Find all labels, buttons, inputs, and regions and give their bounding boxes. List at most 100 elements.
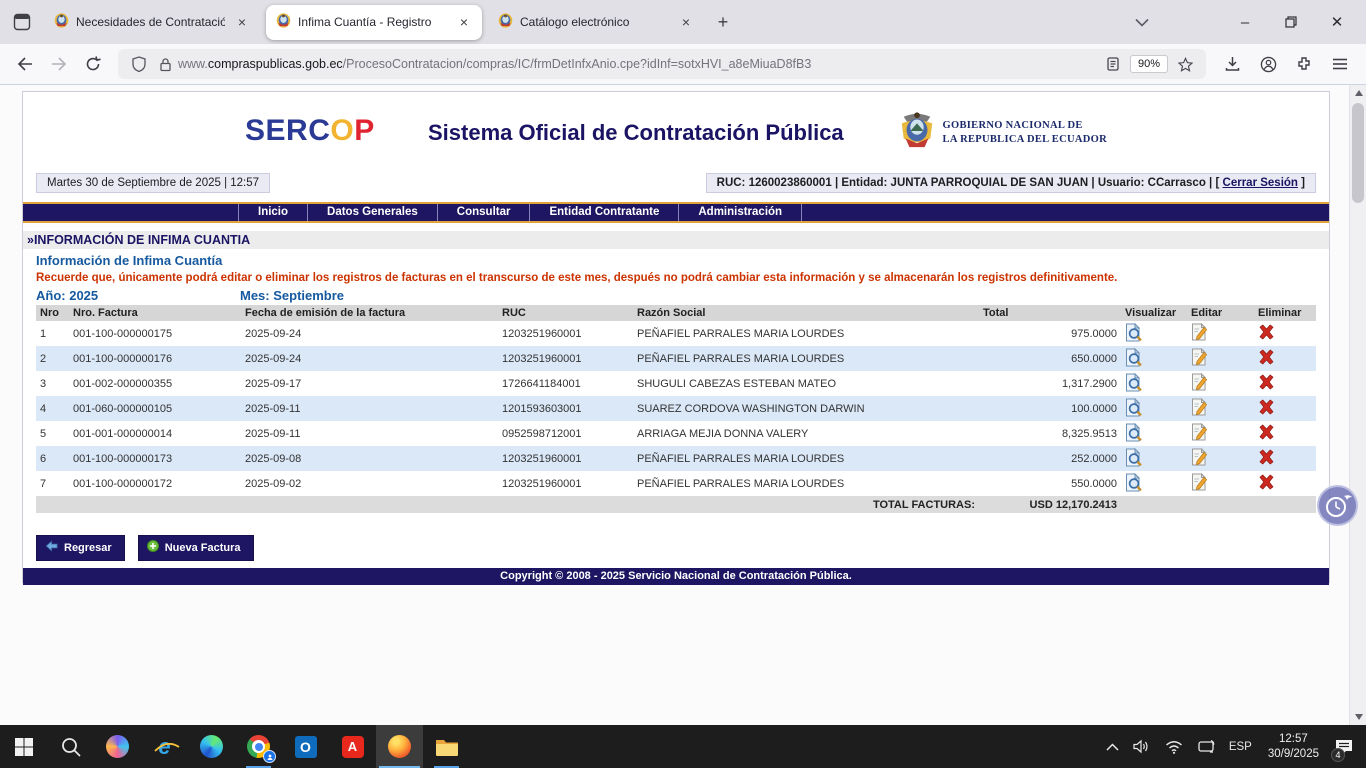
editar-icon[interactable]	[1191, 348, 1208, 366]
header-eliminar: Eliminar	[1254, 305, 1316, 321]
editar-icon[interactable]	[1191, 473, 1208, 491]
tab-list-chevron-icon[interactable]	[1122, 6, 1162, 38]
eliminar-icon[interactable]	[1258, 399, 1275, 415]
visualizar-icon[interactable]	[1125, 423, 1143, 442]
editar-icon[interactable]	[1191, 398, 1208, 416]
downloads-icon[interactable]	[1214, 49, 1250, 79]
cell-razon: ARRIAGA MEJIA DONNA VALERY	[633, 421, 979, 446]
file-explorer-icon[interactable]	[423, 725, 470, 768]
account-icon[interactable]	[1250, 49, 1286, 79]
menu-item-consultar[interactable]: Consultar	[438, 204, 531, 221]
invoice-row: 7001-100-0000001722025-09-02120325196000…	[36, 471, 1316, 496]
tab-close-icon[interactable]: ×	[454, 12, 474, 32]
back-icon[interactable]	[8, 49, 42, 79]
menu-hamburger-icon[interactable]	[1322, 49, 1358, 79]
tab-infima-cuantia-active[interactable]: Infima Cuantía - Registro ×	[266, 5, 482, 40]
wifi-icon[interactable]	[1158, 725, 1190, 768]
visualizar-icon[interactable]	[1125, 348, 1143, 367]
menu-item-datos-generales[interactable]: Datos Generales	[308, 204, 438, 221]
reload-icon[interactable]	[76, 49, 110, 79]
browser-viewport: SERCOP Sistema Oficial de Contratación P…	[0, 85, 1366, 725]
edge-icon[interactable]	[188, 725, 235, 768]
display-connect-icon[interactable]	[1190, 725, 1222, 768]
header-razon: Razón Social	[633, 305, 979, 321]
copilot-icon[interactable]	[94, 725, 141, 768]
url-bar[interactable]: www.compraspublicas.gob.ec/ProcesoContra…	[118, 49, 1206, 79]
visualizar-icon[interactable]	[1125, 323, 1143, 342]
visualizar-icon[interactable]	[1125, 373, 1143, 392]
editar-icon[interactable]	[1191, 448, 1208, 466]
cell-ruc: 1203251960001	[498, 346, 633, 371]
datetime-box: Martes 30 de Septiembre de 2025 | 12:57	[36, 173, 270, 193]
firefox-icon[interactable]	[376, 725, 423, 768]
logout-link[interactable]: Cerrar Sesión	[1223, 177, 1298, 189]
menu-item-administracion[interactable]: Administración	[679, 204, 802, 221]
editar-icon[interactable]	[1191, 373, 1208, 391]
ecuador-crest-favicon	[54, 13, 69, 31]
menu-item-entidad-contratante[interactable]: Entidad Contratante	[530, 204, 679, 221]
header-total: Total	[979, 305, 1121, 321]
eliminar-icon[interactable]	[1258, 474, 1275, 490]
cell-nro: 5	[36, 421, 69, 446]
site-header: SERCOP Sistema Oficial de Contratación P…	[23, 92, 1329, 170]
bookmark-star-icon[interactable]	[1172, 51, 1198, 77]
zoom-level-badge[interactable]: 90%	[1130, 55, 1168, 73]
cell-visualizar	[1121, 346, 1187, 371]
page-scrollbar[interactable]	[1349, 85, 1366, 725]
tray-chevron-up-icon[interactable]	[1099, 725, 1126, 768]
language-indicator[interactable]: ESP	[1222, 725, 1259, 768]
firefox-view-icon[interactable]	[6, 6, 38, 38]
outlook-icon[interactable]: O	[282, 725, 329, 768]
menu-item-inicio[interactable]: Inicio	[238, 204, 308, 221]
scrollbar-thumb[interactable]	[1352, 103, 1364, 203]
eliminar-icon[interactable]	[1258, 424, 1275, 440]
tab-catalogo[interactable]: Catálogo electrónico ×	[488, 5, 704, 40]
eliminar-icon[interactable]	[1258, 324, 1275, 340]
visualizar-icon[interactable]	[1125, 473, 1143, 492]
window-maximize-button[interactable]	[1268, 2, 1314, 42]
eliminar-icon[interactable]	[1258, 374, 1275, 390]
editar-icon[interactable]	[1191, 323, 1208, 341]
notification-count-badge: 4	[1331, 748, 1345, 762]
url-text[interactable]: www.compraspublicas.gob.ec/ProcesoContra…	[178, 57, 1100, 71]
taskbar-clock[interactable]: 12:57 30/9/2025	[1259, 732, 1328, 761]
tab-necesidades[interactable]: Necesidades de Contratación y ×	[44, 5, 260, 40]
scroll-down-icon[interactable]	[1350, 709, 1366, 725]
new-tab-button[interactable]: +	[708, 7, 738, 37]
tracking-shield-icon[interactable]	[126, 51, 152, 77]
cell-ruc: 1201593603001	[498, 396, 633, 421]
scroll-up-icon[interactable]	[1350, 85, 1366, 101]
start-button-icon[interactable]	[0, 725, 47, 768]
taskbar-search-icon[interactable]	[47, 725, 94, 768]
lock-icon[interactable]	[152, 51, 178, 77]
forward-icon[interactable]	[42, 49, 76, 79]
windows-taskbar: e O A ESP 12:57 30/9/2025 4	[0, 725, 1366, 768]
volume-icon[interactable]	[1126, 725, 1158, 768]
eliminar-icon[interactable]	[1258, 449, 1275, 465]
nueva-factura-button[interactable]: Nueva Factura	[138, 535, 254, 561]
month-label: Mes: Septiembre	[240, 288, 344, 303]
reader-mode-icon[interactable]	[1100, 51, 1126, 77]
acrobat-icon[interactable]: A	[329, 725, 376, 768]
cell-total: 975.0000	[979, 321, 1121, 346]
chrome-icon[interactable]	[235, 725, 282, 768]
cell-visualizar	[1121, 471, 1187, 496]
regresar-button[interactable]: Regresar	[36, 535, 125, 561]
separator: |	[1091, 177, 1094, 189]
cell-total: 8,325.9513	[979, 421, 1121, 446]
invoice-row: 4001-060-0000001052025-09-11120159360300…	[36, 396, 1316, 421]
tab-close-icon[interactable]: ×	[676, 12, 696, 32]
window-close-button[interactable]: ✕	[1314, 2, 1360, 42]
cell-factura: 001-060-000000105	[69, 396, 241, 421]
floating-clock-widget[interactable]	[1317, 485, 1358, 526]
tab-close-icon[interactable]: ×	[232, 12, 252, 32]
window-minimize-button[interactable]: –	[1222, 2, 1268, 42]
extensions-icon[interactable]	[1286, 49, 1322, 79]
visualizar-icon[interactable]	[1125, 398, 1143, 417]
visualizar-icon[interactable]	[1125, 448, 1143, 467]
internet-explorer-icon[interactable]: e	[141, 725, 188, 768]
eliminar-icon[interactable]	[1258, 349, 1275, 365]
editar-icon[interactable]	[1191, 423, 1208, 441]
cell-factura: 001-100-000000175	[69, 321, 241, 346]
notification-center-icon[interactable]: 4	[1328, 725, 1366, 768]
